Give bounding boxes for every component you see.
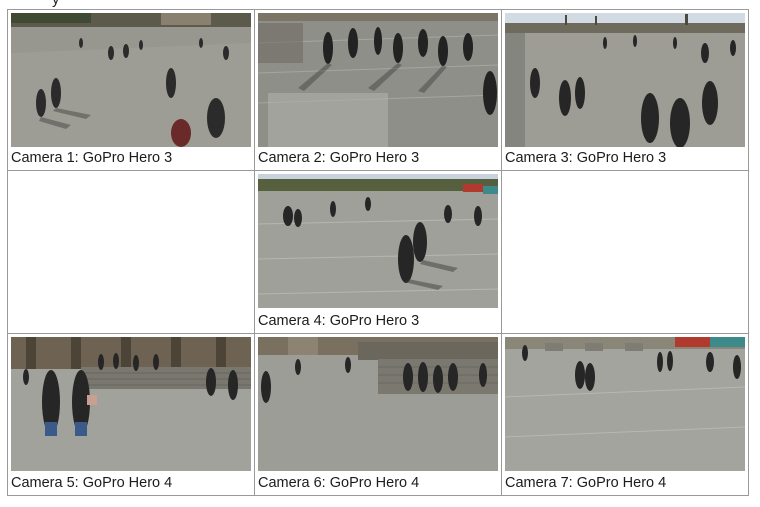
camera-cell-7: Camera 7: GoPro Hero 4 <box>501 333 749 496</box>
camera-cell-2: Camera 2: GoPro Hero 3 <box>254 9 502 171</box>
camera-3-image <box>505 13 745 147</box>
camera-grid: Camera 1: GoPro Hero 3 Camera 2: GoPro H… <box>7 9 749 496</box>
camera-4-image <box>258 174 498 308</box>
camera-7-caption: Camera 7: GoPro Hero 4 <box>505 475 667 491</box>
camera-cell-6: Camera 6: GoPro Hero 4 <box>254 333 502 496</box>
empty-cell-left <box>7 170 255 334</box>
camera-5-image <box>11 337 251 471</box>
empty-cell-right <box>501 170 749 334</box>
camera-cell-3: Camera 3: GoPro Hero 3 <box>501 9 749 171</box>
cropped-header: y <box>0 0 760 9</box>
camera-2-image <box>258 13 498 147</box>
camera-1-image <box>11 13 251 147</box>
camera-2-caption: Camera 2: GoPro Hero 3 <box>258 150 420 166</box>
camera-cell-1: Camera 1: GoPro Hero 3 <box>7 9 255 171</box>
camera-cell-4: Camera 4: GoPro Hero 3 <box>254 170 502 334</box>
cropped-header-text: y <box>52 0 60 8</box>
camera-6-image <box>258 337 498 471</box>
camera-1-caption: Camera 1: GoPro Hero 3 <box>11 150 173 166</box>
camera-6-caption: Camera 6: GoPro Hero 4 <box>258 475 420 491</box>
camera-cell-5: Camera 5: GoPro Hero 4 <box>7 333 255 496</box>
camera-5-caption: Camera 5: GoPro Hero 4 <box>11 475 173 491</box>
grid-row: Camera 4: GoPro Hero 3 <box>7 170 749 334</box>
grid-row: Camera 1: GoPro Hero 3 Camera 2: GoPro H… <box>7 9 749 171</box>
camera-4-caption: Camera 4: GoPro Hero 3 <box>258 313 420 329</box>
camera-7-image <box>505 337 745 471</box>
camera-3-caption: Camera 3: GoPro Hero 3 <box>505 150 667 166</box>
grid-row: Camera 5: GoPro Hero 4 Camera 6: GoPro H… <box>7 333 749 496</box>
